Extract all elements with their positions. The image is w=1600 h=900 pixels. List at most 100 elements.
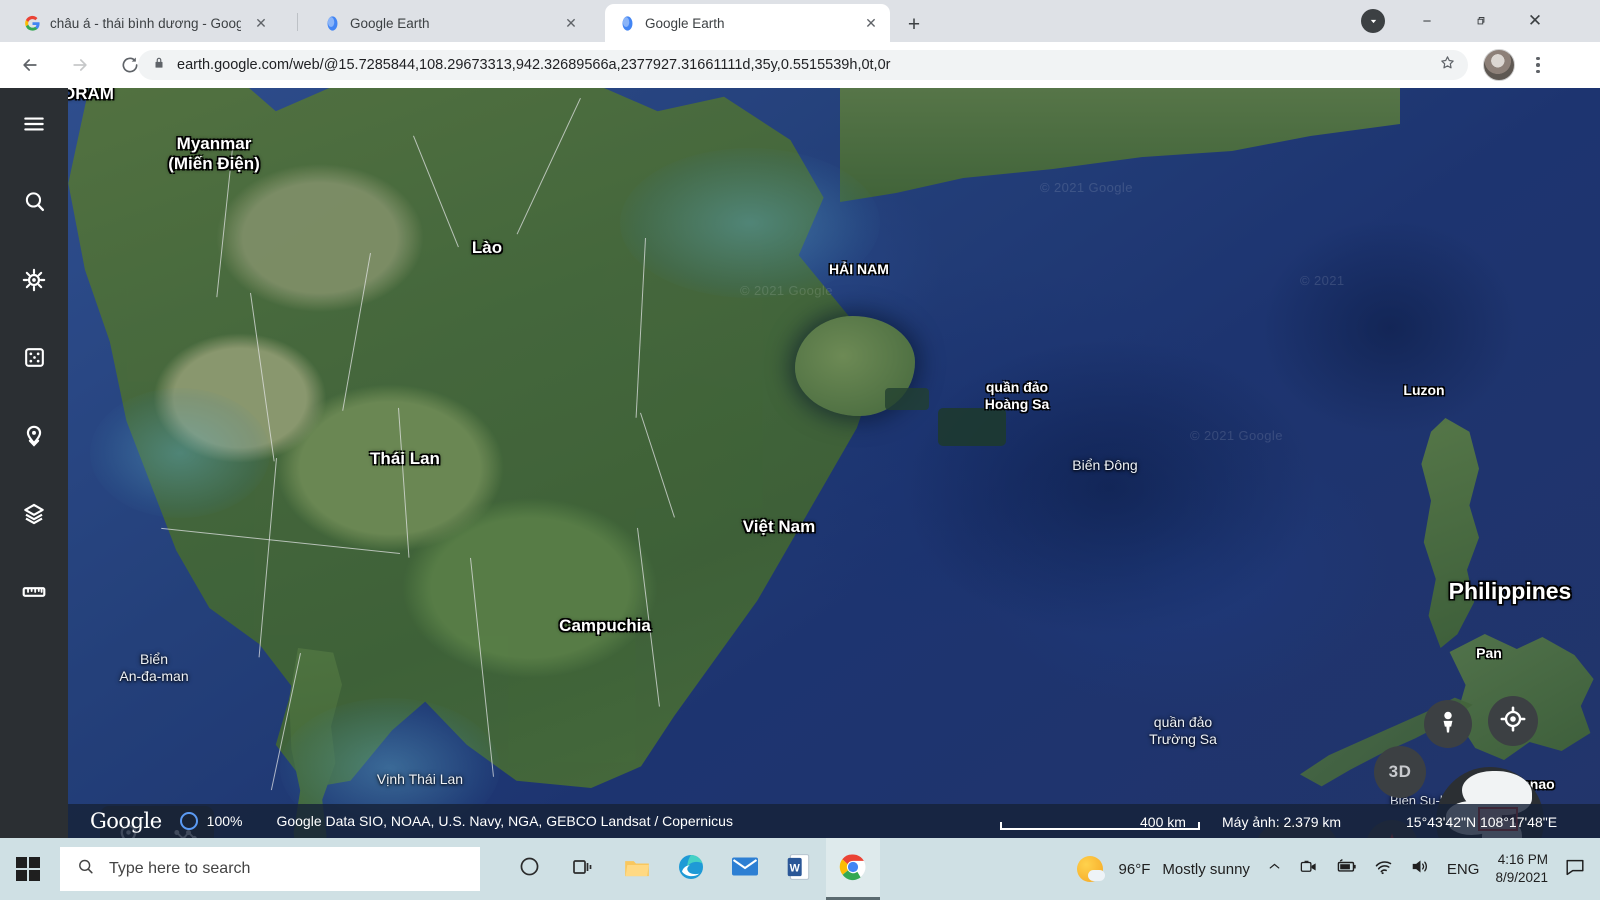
earth-status-bar: Google 100% Google Data SIO, NOAA, U.S. … (0, 804, 1600, 838)
browser-tab-2[interactable]: Google Earth ✕ (310, 4, 590, 42)
url-text: earth.google.com/web/@15.7285844,108.296… (177, 57, 891, 73)
layers-icon (21, 501, 47, 532)
window-close-button[interactable]: ✕ (1512, 0, 1558, 42)
copyright-watermark: © 2021 Google (1190, 428, 1283, 443)
deep-basin-east-sea (900, 338, 1320, 638)
earth-icon (324, 15, 341, 32)
browser-tab-1[interactable]: châu á - thái bình dương - Goog ✕ (10, 4, 280, 42)
shelf-andaman (90, 388, 270, 518)
battery-icon[interactable] (1334, 858, 1357, 880)
earth-icon (619, 15, 636, 32)
toggle-3d-button[interactable]: 3D (1374, 746, 1426, 798)
close-icon[interactable]: ✕ (860, 12, 882, 34)
google-logo: Google (90, 809, 162, 833)
map-label-truong-sa: quần đảo Trường Sa (1149, 714, 1217, 747)
taskbar-search-box[interactable]: Type here to search (60, 847, 480, 891)
chevron-down-icon (1361, 9, 1385, 33)
svg-text:W: W (790, 862, 801, 874)
sidebar-item-search[interactable] (14, 184, 54, 224)
address-bar[interactable]: earth.google.com/web/@15.7285844,108.296… (138, 50, 1468, 80)
hamburger-icon (21, 111, 47, 142)
map-pin-icon (21, 423, 47, 454)
task-view-icon (571, 855, 595, 884)
new-tab-button[interactable]: + (900, 11, 928, 39)
sidebar-item-measure[interactable] (14, 574, 54, 614)
tab-divider (297, 13, 298, 31)
windows-logo-icon (15, 856, 41, 882)
taskbar-item-word[interactable]: W (772, 838, 826, 900)
copyright-watermark: © 2021 Google (1040, 180, 1133, 195)
lock-icon (152, 56, 166, 75)
mail-icon (731, 855, 759, 883)
ruler-icon (21, 579, 47, 610)
tab-search-button[interactable] (1350, 0, 1396, 42)
window-restore-button[interactable] (1458, 0, 1504, 42)
forward-button[interactable] (62, 47, 98, 83)
earth-sidebar (0, 88, 68, 838)
folder-icon (623, 854, 651, 885)
desktop-screen: châu á - thái bình dương - Goog ✕ Google… (0, 0, 1600, 900)
google-earth-app: © 2021 Google © 2021 Google © 2021 © 202… (0, 88, 1600, 838)
zoom-level-icon (179, 812, 198, 830)
clock-date: 8/9/2021 (1495, 870, 1548, 885)
camera-altitude: Máy ảnh: 2.379 km (1222, 814, 1342, 830)
star-icon[interactable] (1439, 54, 1456, 76)
browser-menu-button[interactable] (1525, 52, 1551, 78)
back-button[interactable] (12, 47, 48, 83)
ships-wheel-icon (21, 267, 47, 298)
sun-cloud-icon (1076, 856, 1105, 882)
taskbar-item-mail[interactable] (718, 838, 772, 900)
clock-time: 4:16 PM (1497, 851, 1548, 867)
taskbar-item-microsoft-edge[interactable] (664, 838, 718, 900)
taskbar-item-chrome[interactable] (826, 838, 880, 900)
paracel-feature-2 (885, 388, 929, 410)
notification-icon[interactable] (1564, 856, 1586, 883)
map-canvas[interactable]: © 2021 Google © 2021 Google © 2021 © 202… (0, 88, 1600, 838)
pegman-icon (1434, 708, 1462, 741)
deep-trough (1260, 218, 1520, 438)
copyright-watermark: © 2021 Google (740, 283, 833, 298)
attribution-text: Google Data SIO, NOAA, U.S. Navy, NGA, G… (276, 813, 733, 829)
browser-tab-strip: châu á - thái bình dương - Goog ✕ Google… (0, 0, 1600, 42)
pegman-button[interactable] (1424, 700, 1472, 748)
search-icon (22, 189, 47, 219)
google-icon (24, 15, 41, 32)
browser-tab-3[interactable]: Google Earth ✕ (605, 4, 890, 42)
sidebar-item-voyager[interactable] (14, 262, 54, 302)
tab-title: Google Earth (645, 15, 725, 31)
taskbar-item-task-view[interactable] (556, 838, 610, 900)
close-icon[interactable]: ✕ (560, 12, 582, 34)
close-icon[interactable]: ✕ (250, 12, 272, 34)
weather-condition: Mostly sunny (1162, 860, 1250, 878)
sidebar-item-projects[interactable] (14, 418, 54, 458)
landmass-luzon (1421, 418, 1479, 648)
sidebar-item-menu[interactable] (14, 106, 54, 146)
map-label-andaman-sea: Biển An-đa-man (119, 651, 189, 684)
my-location-icon (1499, 705, 1527, 738)
clock[interactable]: 4:16 PM 8/9/2021 (1495, 851, 1548, 887)
wifi-icon[interactable] (1373, 858, 1394, 881)
volume-icon[interactable] (1410, 857, 1431, 881)
system-tray: 96°F Mostly sunny ENG 4:16 PM 8/9/2021 (1076, 838, 1600, 900)
taskbar-item-file-explorer[interactable] (610, 838, 664, 900)
taskbar-item-cortana[interactable] (502, 838, 556, 900)
chrome-icon (839, 853, 867, 886)
language-indicator[interactable]: ENG (1447, 861, 1480, 878)
window-minimize-button[interactable]: − (1404, 0, 1450, 42)
sidebar-item-feeling-lucky[interactable] (14, 340, 54, 380)
copyright-watermark: © 2021 (1300, 273, 1345, 288)
start-button[interactable] (0, 838, 56, 900)
paracel-feature (938, 408, 1006, 446)
dice-icon (22, 345, 47, 375)
tab-title: châu á - thái bình dương - Goog (50, 15, 241, 31)
circle-icon (518, 855, 541, 883)
coordinates-readout: 15°43'42"N 108°17'48"E (1406, 814, 1558, 830)
shelf-tonkin (620, 148, 880, 298)
taskbar-search-placeholder: Type here to search (109, 860, 251, 877)
chevron-up-icon[interactable] (1266, 858, 1283, 880)
avatar[interactable] (1483, 49, 1515, 81)
zoom-percent: 100% (206, 813, 243, 829)
sidebar-item-map-style[interactable] (14, 496, 54, 536)
camera-icon[interactable] (1299, 858, 1318, 880)
my-location-button[interactable] (1488, 696, 1538, 746)
